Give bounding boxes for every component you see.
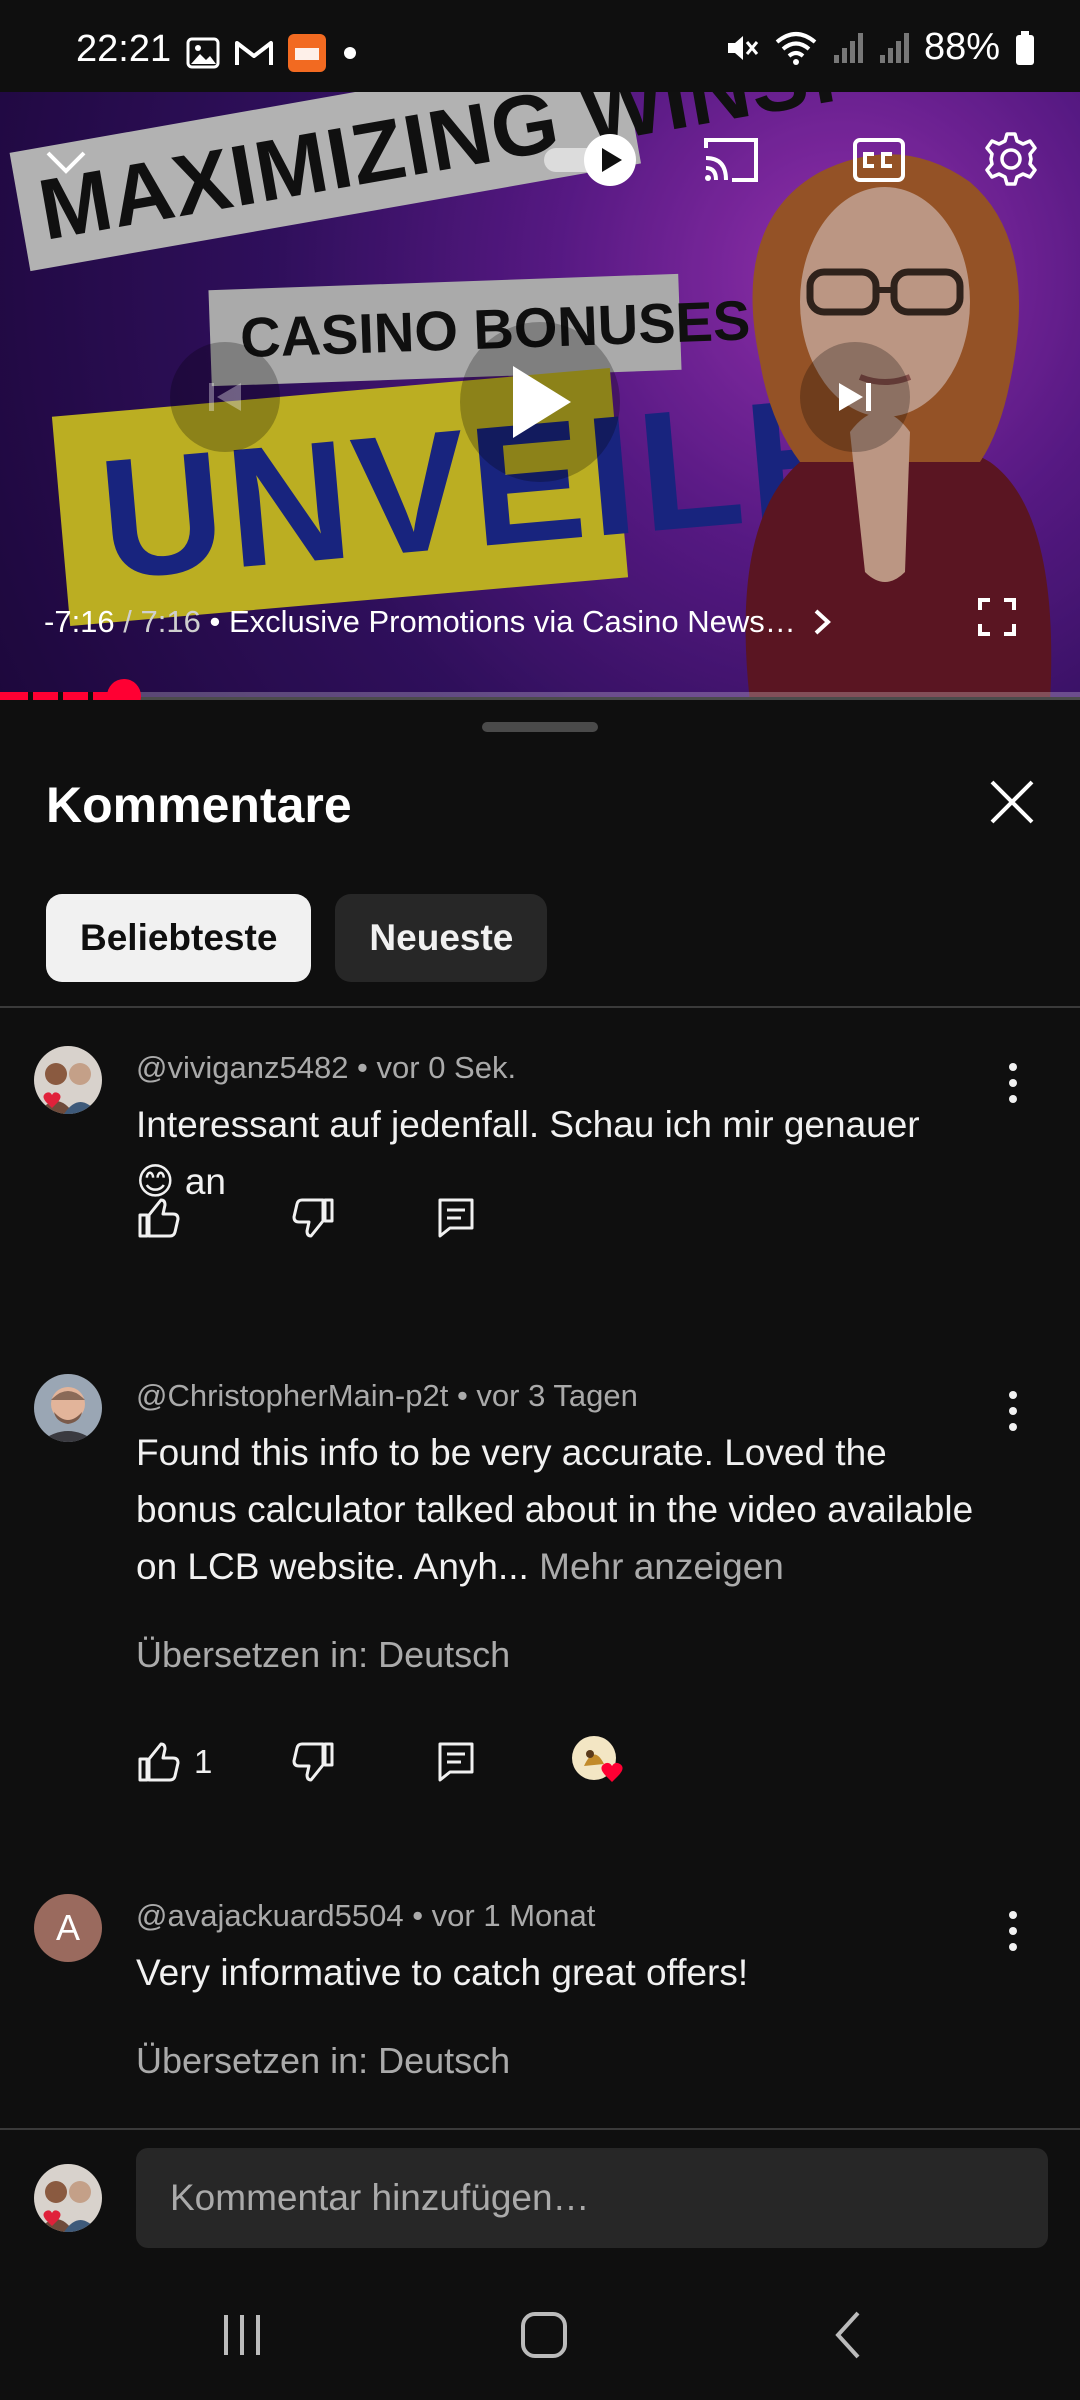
comment-more-button[interactable]	[996, 1386, 1030, 1436]
captions-button[interactable]	[850, 132, 908, 188]
gallery-icon	[186, 37, 220, 69]
comment-age: • vor 3 Tagen	[448, 1378, 638, 1413]
fullscreen-icon	[978, 598, 1016, 636]
avatar	[34, 2164, 102, 2232]
reply-button[interactable]	[436, 1190, 476, 1246]
video-duration: 7:16	[140, 604, 201, 639]
comment-meta: @avajackuard5504 • vor 1 Monat	[136, 1898, 595, 1934]
gear-icon	[985, 132, 1037, 186]
recent-apps-icon	[224, 2315, 260, 2355]
user-avatar-image	[34, 1374, 102, 1442]
recent-apps-button[interactable]	[202, 2300, 282, 2370]
comment-age: • vor 0 Sek.	[348, 1050, 517, 1085]
chip-newest[interactable]: Neueste	[335, 894, 548, 982]
autoplay-toggle[interactable]	[540, 130, 640, 190]
chevron-right-icon	[814, 609, 831, 635]
comment-text: Very informative to catch great offers!	[136, 1952, 749, 1993]
drag-handle[interactable]	[482, 722, 598, 732]
closed-captions-icon	[853, 138, 905, 182]
sort-chips: Beliebteste Neueste	[46, 894, 548, 982]
fullscreen-button[interactable]	[972, 592, 1022, 642]
reply-icon	[438, 1198, 474, 1238]
chevron-down-icon	[46, 151, 86, 174]
add-comment-input[interactable]: Kommentar hinzufügen…	[136, 2148, 1048, 2248]
user-avatar-image	[34, 1046, 102, 1114]
time-separator: /	[114, 604, 141, 639]
time-remaining: -7:16	[44, 604, 115, 639]
avatar-letter: A	[55, 1907, 80, 1948]
close-button[interactable]	[986, 776, 1038, 828]
thumb-up-icon	[138, 1742, 180, 1782]
skip-previous-icon	[209, 383, 241, 411]
status-bar: 22:21 88%	[0, 0, 1080, 92]
dot-icon	[344, 47, 356, 59]
video-player[interactable]: MAXIMIZING WINS: CASINO BONUSES UNVEILED…	[0, 92, 1080, 697]
comment-author[interactable]: @avajackuard5504	[136, 1898, 404, 1933]
home-button[interactable]	[504, 2300, 584, 2370]
dislike-button[interactable]	[292, 1734, 336, 1790]
thumb-up-icon	[138, 1198, 180, 1238]
translate-link[interactable]: Übersetzen in: Deutsch	[136, 1634, 510, 1676]
comment-age: • vor 1 Monat	[403, 1898, 596, 1933]
skip-next-icon	[839, 383, 871, 411]
signal-icon	[879, 32, 909, 63]
avatar[interactable]	[34, 1374, 102, 1442]
battery-percent: 88%	[923, 26, 1000, 68]
signal-icon	[833, 32, 863, 63]
back-button[interactable]	[808, 2300, 888, 2370]
creator-heart-badge	[570, 1734, 632, 1790]
home-icon	[521, 2312, 567, 2358]
creator-heart-icon	[572, 1736, 623, 1782]
avatar[interactable]	[34, 1046, 102, 1114]
comment-meta: @ChristopherMain-p2t • vor 3 Tagen	[136, 1378, 638, 1414]
thumb-down-icon	[292, 1742, 334, 1782]
like-button[interactable]: 1	[136, 1734, 212, 1790]
panel-title: Kommentare	[46, 777, 352, 833]
video-time-chapter[interactable]: -7:16 / 7:16 • Exclusive Promotions via …	[44, 604, 836, 640]
next-video-button[interactable]	[800, 342, 910, 452]
back-icon	[835, 2311, 860, 2359]
chapter-title: • Exclusive Promotions via Casino News…	[200, 604, 796, 639]
temu-icon	[288, 34, 326, 72]
player-settings-button[interactable]	[980, 128, 1042, 190]
comment-author[interactable]: @viviganz5482	[136, 1050, 348, 1085]
comment-meta: @viviganz5482 • vor 0 Sek.	[136, 1050, 516, 1086]
system-icons: 88%	[724, 26, 1036, 69]
translate-link[interactable]: Übersetzen in: Deutsch	[136, 2040, 510, 2082]
like-count: 1	[194, 1743, 213, 1780]
play-icon	[513, 366, 571, 438]
gmail-icon	[235, 41, 273, 65]
avatar[interactable]: A	[34, 1894, 102, 1962]
autoplay-icon	[544, 134, 636, 186]
user-avatar-image	[34, 2164, 102, 2232]
previous-video-button[interactable]	[170, 342, 280, 452]
close-icon	[990, 780, 1034, 824]
comment-actions	[136, 1190, 736, 1250]
comment-more-button[interactable]	[996, 1058, 1030, 1108]
dislike-button[interactable]	[292, 1190, 336, 1246]
comment-text: Found this info to be very accurate. Lov…	[136, 1432, 984, 1587]
show-more-link[interactable]: Mehr anzeigen	[539, 1546, 784, 1587]
system-navigation-bar	[0, 2270, 1080, 2400]
thumb-down-icon	[292, 1198, 334, 1238]
comment-actions: 1	[136, 1734, 736, 1794]
comment-more-button[interactable]	[996, 1906, 1030, 1956]
mute-icon	[727, 35, 759, 60]
cast-button[interactable]	[700, 132, 762, 188]
wifi-icon	[775, 31, 817, 65]
battery-icon	[1016, 30, 1034, 65]
play-button[interactable]	[460, 322, 620, 482]
status-time: 22:21	[76, 28, 172, 70]
collapse-player-button[interactable]	[38, 134, 94, 190]
comments-panel: Kommentare Beliebteste Neueste @viviganz…	[0, 700, 1080, 2130]
reply-icon	[438, 1742, 474, 1782]
notification-icons	[186, 34, 360, 72]
chip-top[interactable]: Beliebteste	[46, 894, 312, 982]
cast-icon	[704, 138, 758, 182]
like-button[interactable]	[136, 1190, 180, 1246]
reply-button[interactable]	[436, 1734, 476, 1790]
comment-author[interactable]: @ChristopherMain-p2t	[136, 1378, 448, 1413]
video-progress-bar[interactable]	[0, 679, 1080, 713]
